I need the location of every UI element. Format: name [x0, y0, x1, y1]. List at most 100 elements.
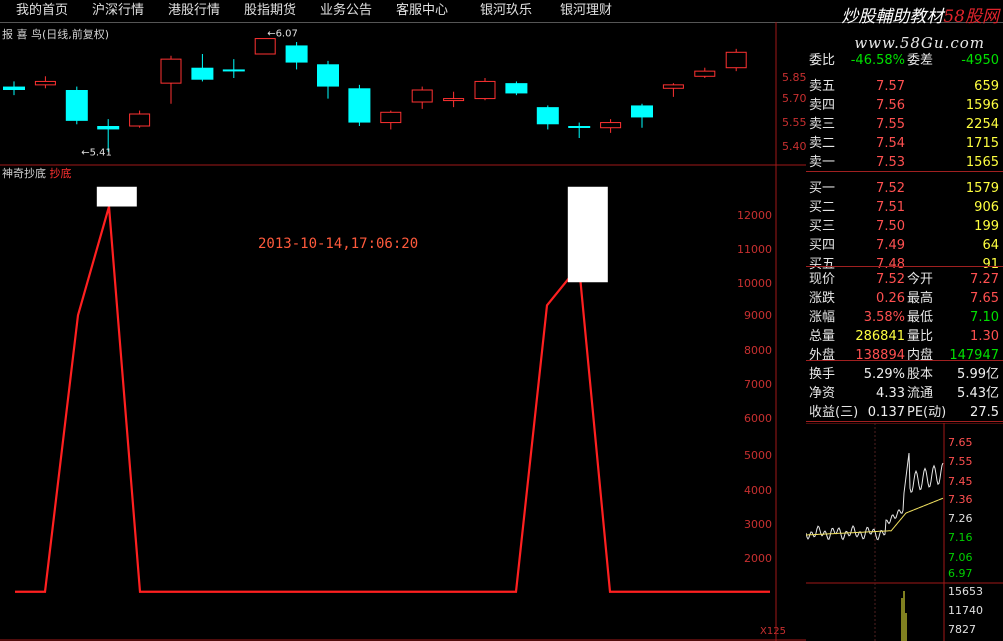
quote-label-2: 量比	[907, 329, 934, 344]
candle	[254, 38, 276, 55]
candle-body-down	[191, 67, 214, 80]
candle-body-up	[160, 58, 182, 84]
quote-label: 换手	[809, 367, 836, 382]
quote-value: 7.54	[876, 136, 905, 151]
menu-item-index-futures[interactable]: 股指期货	[244, 2, 296, 20]
mini-price-label: 7.06	[948, 551, 973, 564]
candle	[65, 86, 88, 125]
quote-label-2: PE(动)	[907, 405, 947, 420]
candle-body-down	[348, 88, 371, 123]
high-price-marker: ←6.07	[267, 29, 298, 40]
candle	[3, 81, 25, 96]
price-panel: ←6.07 ←5.41 5.85 5.70 5.55 5.40	[3, 29, 806, 159]
low-price-marker: ←5.41	[81, 148, 112, 159]
candle	[285, 42, 308, 70]
menu-item-home[interactable]: 我的首页	[16, 2, 68, 20]
quote-label: 卖三	[809, 117, 836, 132]
quote-value: 7.52	[876, 272, 905, 287]
quote-value: -46.58%	[850, 53, 905, 68]
quote-value: 4.33	[876, 386, 905, 401]
quote-label-2: 最低	[907, 310, 934, 325]
indicator-axis-label: 3000	[744, 518, 772, 531]
indicator-axis-label: 5000	[744, 449, 772, 462]
candle	[662, 83, 684, 97]
watermark-text: 炒股輔助教材	[841, 7, 944, 27]
quote-row: 卖五 7.57 659	[806, 77, 1003, 96]
candle-body-up	[694, 70, 716, 77]
quote-value: 3.58%	[863, 310, 905, 325]
kline-chart-canvas[interactable]: ←6.07 ←5.41 5.85 5.70 5.55 5.40 12000 11000 100…	[0, 22, 806, 641]
candle	[568, 122, 591, 138]
quote-label-2: 最高	[907, 291, 934, 306]
candle	[474, 78, 496, 101]
quote-value-2: 659	[974, 79, 999, 94]
price-axis-label: 5.85	[782, 71, 806, 84]
candle-body-down	[97, 126, 120, 130]
quote-value-2: 5.43亿	[957, 386, 999, 401]
candle	[694, 67, 716, 78]
candle-body-down	[536, 107, 559, 125]
quote-label: 买三	[809, 219, 836, 234]
indicator-axis-label: 10000	[737, 277, 772, 290]
quote-row: 卖三 7.55 2254	[806, 115, 1003, 134]
menu-item-announcements[interactable]: 业务公告	[320, 2, 372, 20]
candle	[222, 59, 245, 78]
candle-body-up	[254, 38, 276, 55]
quote-label: 现价	[809, 272, 836, 287]
quote-value: 7.49	[876, 238, 905, 253]
menu-item-a-shares[interactable]: 沪深行情	[92, 2, 144, 20]
quote-value-2: 7.65	[970, 291, 999, 306]
quote-value: 0.137	[867, 405, 905, 420]
watermark-accent: 58股网	[943, 7, 999, 27]
quote-label: 买一	[809, 181, 836, 196]
signal-bar	[567, 186, 608, 283]
menu-item-galaxy-fun[interactable]: 银河玖乐	[480, 2, 532, 20]
candle-body-up	[600, 122, 622, 129]
quote-label: 买四	[809, 238, 836, 253]
quote-label-2: 委差	[907, 53, 934, 68]
quote-row: 买一 7.52 1579	[806, 179, 1003, 198]
mini-price-label: 7.16	[948, 531, 973, 544]
signal-bar	[96, 186, 137, 207]
candle-body-up	[411, 89, 433, 103]
indicator-axis-label: 2000	[744, 552, 772, 565]
quote-divider	[806, 360, 1003, 361]
quote-value: 7.57	[876, 79, 905, 94]
quote-value-2: 1.30	[970, 329, 999, 344]
price-axis-label: 5.55	[782, 116, 806, 129]
quote-value: 7.52	[876, 181, 905, 196]
indicator-axis-label: 9000	[744, 309, 772, 322]
watermark-url: www.58Gu.com	[854, 34, 985, 52]
candle-body-up	[129, 113, 151, 127]
candle-body-down	[505, 83, 528, 94]
quote-label: 卖四	[809, 98, 836, 113]
price-axis-label: 5.70	[782, 92, 806, 105]
quote-row: 买四 7.49 64	[806, 236, 1003, 255]
candle-body-down	[568, 126, 591, 128]
quote-value-2: 1579	[965, 181, 999, 196]
quote-row: 总量 286841 量比 1.30	[806, 327, 1003, 346]
quote-value-2: 199	[974, 219, 999, 234]
quote-row: 卖二 7.54 1715	[806, 134, 1003, 153]
candle	[536, 105, 559, 130]
menu-item-galaxy-finance[interactable]: 银河理财	[560, 2, 612, 20]
candle-body-down	[285, 45, 308, 63]
mini-volume-label: 7827	[948, 623, 976, 636]
quote-label: 总量	[809, 329, 836, 344]
candle-body-up	[443, 98, 465, 102]
menu-item-hk-shares[interactable]: 港股行情	[168, 2, 220, 20]
indicator-axis-label: 6000	[744, 412, 772, 425]
candle	[505, 81, 528, 96]
timestamp-label: 2013-10-14,17:06:20	[258, 236, 419, 252]
quote-row: 外盘 138894 内盘 147947	[806, 346, 1003, 365]
quote-label-2: 流通	[907, 386, 934, 401]
quote-row: 委比 -46.58% 委差 -4950	[806, 51, 1003, 70]
candle	[160, 55, 182, 104]
candle	[348, 84, 371, 126]
candle-body-down	[3, 86, 25, 90]
menu-item-service-center[interactable]: 客服中心	[396, 2, 448, 20]
quote-value-2: 64	[982, 238, 999, 253]
quote-label: 涨幅	[809, 310, 836, 325]
intraday-minichart[interactable]: 7.65 7.55 7.45 7.36 7.26 7.16 7.06 6.97 15653 117…	[806, 423, 1003, 641]
candle-body-down	[222, 69, 245, 72]
